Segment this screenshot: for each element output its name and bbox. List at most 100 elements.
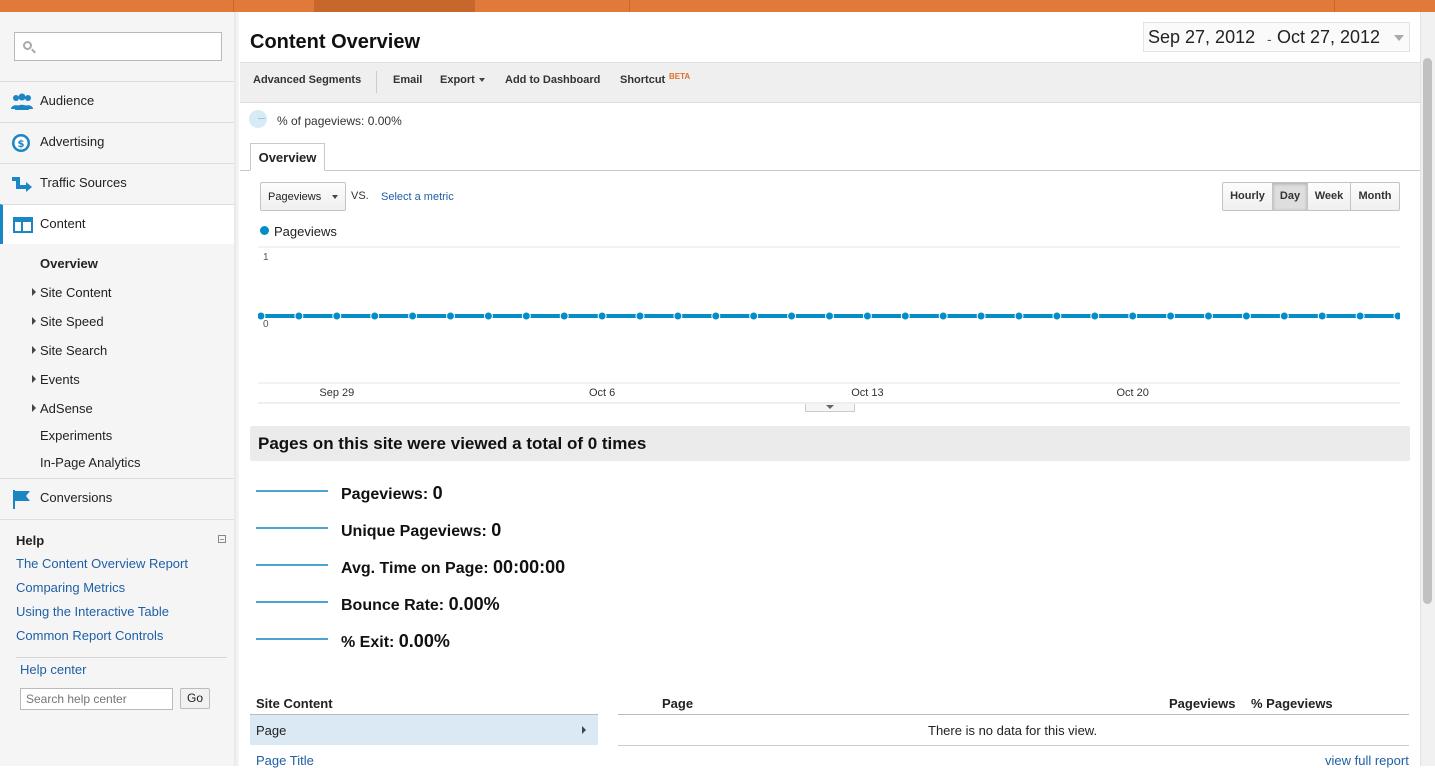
help-link[interactable]: The Content Overview Report <box>16 556 188 571</box>
data-point[interactable] <box>787 311 797 321</box>
data-point[interactable] <box>370 311 380 321</box>
metric-avg-time-on-page[interactable]: Avg. Time on Page: 00:00:00 <box>341 557 565 578</box>
granularity-week-button[interactable]: Week <box>1307 182 1351 211</box>
data-point[interactable] <box>635 311 645 321</box>
pageviews-line-chart[interactable]: 1 0 Sep 29 Oct 6 Oct 13 Oct 20 <box>258 245 1400 410</box>
divider <box>0 519 234 520</box>
data-point[interactable] <box>1241 311 1251 321</box>
data-point[interactable] <box>1204 311 1213 321</box>
expand-arrow-icon[interactable] <box>32 317 36 325</box>
granularity-month-button[interactable]: Month <box>1350 182 1400 211</box>
date-separator: - <box>1267 31 1272 47</box>
data-point[interactable] <box>673 311 683 321</box>
tab-overview[interactable]: Overview <box>250 143 325 171</box>
sidebar-subitem-events[interactable]: Events <box>40 372 80 387</box>
data-point[interactable] <box>408 311 418 321</box>
table-header-page[interactable]: Page <box>662 696 693 711</box>
sidebar-item-content[interactable]: Content <box>0 204 234 244</box>
sidebar-item-traffic-sources[interactable]: Traffic Sources <box>0 163 234 203</box>
data-point[interactable] <box>446 311 455 321</box>
export-button[interactable]: Export <box>440 74 485 86</box>
data-point[interactable] <box>332 311 342 321</box>
sidebar-item-label: Conversions <box>40 490 113 505</box>
metric-bounce-rate[interactable]: Bounce Rate: 0.00% <box>341 594 500 615</box>
data-point[interactable] <box>1128 311 1138 321</box>
table-header-pageviews[interactable]: Pageviews <box>1169 696 1236 711</box>
shortcut-button[interactable]: Shortcut <box>620 74 665 86</box>
legend-label[interactable]: Pageviews <box>274 224 337 239</box>
top-nav-segment-selected[interactable] <box>314 0 475 12</box>
help-center-link[interactable]: Help center <box>20 662 86 677</box>
collapse-icon[interactable]: − <box>218 535 226 544</box>
beta-badge: BETA <box>669 72 691 81</box>
help-go-button[interactable]: Go <box>180 688 210 709</box>
data-point[interactable] <box>1090 311 1100 321</box>
chart-expand-handle[interactable] <box>805 404 855 412</box>
expand-arrow-icon[interactable] <box>32 288 36 296</box>
expand-arrow-icon[interactable] <box>32 375 36 383</box>
sidebar-subitem-site-search[interactable]: Site Search <box>40 343 107 358</box>
top-nav-segment[interactable] <box>1254 0 1335 12</box>
data-point[interactable] <box>483 311 493 321</box>
data-point[interactable] <box>559 311 569 321</box>
expand-arrow-icon[interactable] <box>32 346 36 354</box>
data-point[interactable] <box>1393 311 1400 321</box>
sidebar-subitem-site-content[interactable]: Site Content <box>40 285 112 300</box>
add-to-dashboard-button[interactable]: Add to Dashboard <box>505 74 600 86</box>
data-point[interactable] <box>258 311 266 321</box>
sidebar-subitem-in-page-analytics[interactable]: In-Page Analytics <box>40 455 140 470</box>
metric-select[interactable]: Pageviews <box>260 182 346 211</box>
data-point[interactable] <box>521 311 531 321</box>
metric-label: Unique Pageviews: <box>341 523 487 540</box>
help-link[interactable]: Using the Interactive Table <box>16 604 169 619</box>
top-nav-segment[interactable] <box>0 0 234 12</box>
data-point[interactable] <box>1052 311 1062 321</box>
data-point[interactable] <box>294 311 304 321</box>
expand-arrow-icon[interactable] <box>32 404 36 412</box>
email-button[interactable]: Email <box>393 74 422 86</box>
sidebar-subitem-overview[interactable]: Overview <box>40 256 98 271</box>
help-search-input[interactable] <box>20 688 173 710</box>
y-tick-label: 1 <box>263 252 269 263</box>
data-point[interactable] <box>1014 311 1024 321</box>
data-point[interactable] <box>938 311 948 321</box>
sidebar-search-input[interactable] <box>14 32 222 61</box>
data-point[interactable] <box>749 311 759 321</box>
granularity-hourly-button[interactable]: Hourly <box>1222 182 1273 211</box>
metric-unique-pageviews[interactable]: Unique Pageviews: 0 <box>341 520 501 541</box>
data-point[interactable] <box>900 311 910 321</box>
scrollbar-thumb[interactable] <box>1423 58 1432 604</box>
granularity-day-button[interactable]: Day <box>1272 182 1308 211</box>
data-point[interactable] <box>1166 311 1176 321</box>
data-point[interactable] <box>1355 311 1365 321</box>
sidebar-subitem-adsense[interactable]: AdSense <box>40 401 93 416</box>
top-nav-segment[interactable] <box>474 0 630 12</box>
data-point[interactable] <box>597 311 607 321</box>
metric-pageviews[interactable]: Pageviews: 0 <box>341 483 443 504</box>
sidebar-subitem-experiments[interactable]: Experiments <box>40 428 112 443</box>
summary-headline-bar: Pages on this site were viewed a total o… <box>250 426 1410 461</box>
sidebar-item-audience[interactable]: Audience <box>0 81 234 121</box>
site-content-item-page[interactable]: Page <box>250 715 598 745</box>
table-header-pct-pageviews[interactable]: % Pageviews <box>1251 696 1333 711</box>
date-range-picker[interactable]: Sep 27, 2012 - Oct 27, 2012 <box>1143 22 1410 52</box>
x-tick-label: Oct 6 <box>589 387 615 399</box>
sidebar-item-advertising[interactable]: $ Advertising <box>0 122 234 162</box>
advanced-segments-button[interactable]: Advanced Segments <box>253 74 361 86</box>
report-toolbar: Advanced Segments Email Export Add to Da… <box>240 62 1420 103</box>
x-tick-label: Sep 29 <box>319 387 354 399</box>
data-point[interactable] <box>976 311 986 321</box>
sidebar-subitem-site-speed[interactable]: Site Speed <box>40 314 104 329</box>
sidebar-item-conversions[interactable]: Conversions <box>0 478 234 518</box>
select-metric-link[interactable]: Select a metric <box>381 191 454 203</box>
help-link[interactable]: Comparing Metrics <box>16 580 125 595</box>
help-link[interactable]: Common Report Controls <box>16 628 163 643</box>
data-point[interactable] <box>711 311 721 321</box>
export-label: Export <box>440 74 475 86</box>
data-point[interactable] <box>1317 311 1327 321</box>
data-point[interactable] <box>1279 311 1289 321</box>
metric-exit-rate[interactable]: % Exit: 0.00% <box>341 631 450 652</box>
divider <box>376 71 377 93</box>
data-point[interactable] <box>862 311 872 321</box>
data-point[interactable] <box>825 311 834 321</box>
